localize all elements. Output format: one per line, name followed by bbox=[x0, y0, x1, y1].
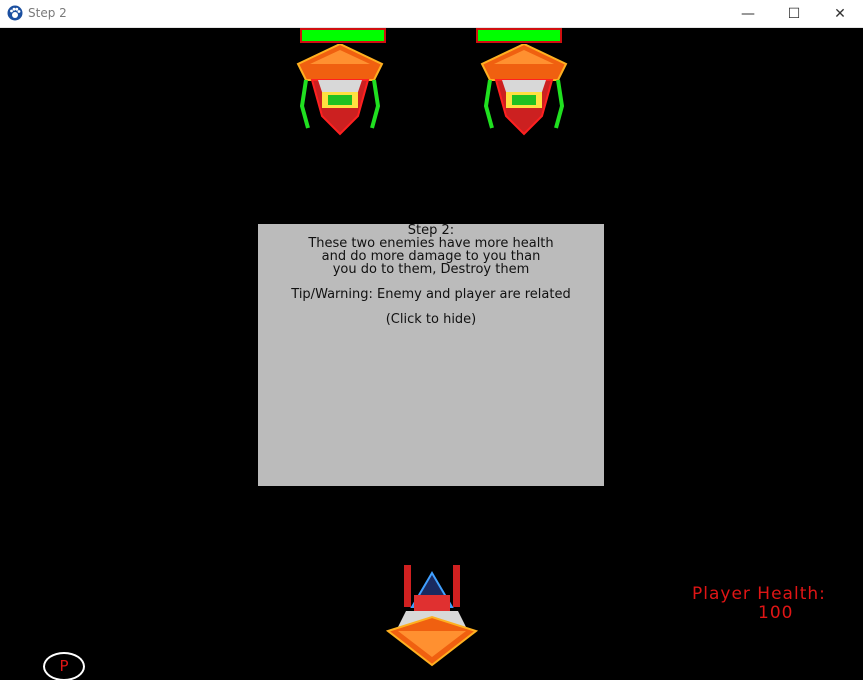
player-ship bbox=[386, 565, 478, 667]
enemy-health-bar bbox=[476, 28, 562, 43]
minimize-button[interactable]: — bbox=[725, 0, 771, 27]
enemy-ship[interactable] bbox=[296, 44, 384, 144]
enemy-ship[interactable] bbox=[480, 44, 568, 144]
window-titlebar: Step 2 — ☐ ✕ bbox=[0, 0, 863, 28]
window-title: Step 2 bbox=[28, 6, 67, 20]
close-button[interactable]: ✕ bbox=[817, 0, 863, 27]
maximize-button[interactable]: ☐ bbox=[771, 0, 817, 27]
dialog-tip: Tip/Warning: Enemy and player are relate… bbox=[291, 287, 571, 302]
game-canvas[interactable]: Step 2: These two enemies have more heal… bbox=[0, 28, 863, 680]
enemy-health-bar bbox=[300, 28, 386, 43]
paw-app-icon bbox=[7, 5, 23, 21]
player-health-value: 100 bbox=[758, 603, 794, 623]
pause-button[interactable]: P bbox=[43, 652, 85, 680]
close-icon: ✕ bbox=[834, 5, 846, 22]
player-health-label: Player Health: bbox=[692, 584, 826, 604]
maximize-icon: ☐ bbox=[787, 5, 801, 22]
minimize-icon: — bbox=[741, 5, 755, 22]
tutorial-dialog[interactable]: Step 2: These two enemies have more heal… bbox=[258, 224, 604, 486]
dialog-hide-hint[interactable]: (Click to hide) bbox=[258, 313, 604, 326]
dialog-text: you do to them, Destroy them bbox=[332, 262, 530, 277]
